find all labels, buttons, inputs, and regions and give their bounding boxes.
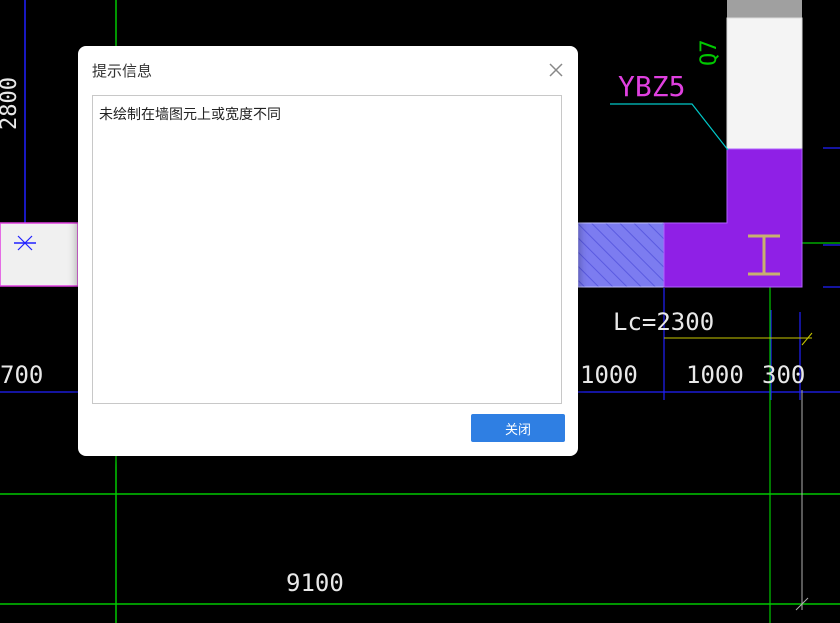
dimension-label-700: 700 (0, 361, 43, 389)
column-tag-label: YBZ5 (618, 70, 685, 103)
message-dialog: 提示信息 未绘制在墙图元上或宽度不同 关闭 (78, 46, 578, 456)
lc-label: Lc=2300 (613, 308, 714, 336)
wall-segment-vertical[interactable] (726, 17, 803, 150)
column-ybz5[interactable] (663, 148, 803, 288)
dimension-label-9100: 9100 (286, 569, 344, 597)
vertical-tag-label: Q7 (697, 40, 722, 67)
message-text-area[interactable]: 未绘制在墙图元上或宽度不同 (92, 95, 562, 404)
dimension-label-1000-right: 1000 (686, 361, 744, 389)
lc-dimension-tick (801, 332, 813, 346)
dimension-label-2800: 2800 (0, 77, 22, 130)
dimension-label-1000-left: 1000 (580, 361, 638, 389)
wall-segment-left[interactable] (0, 222, 79, 287)
close-button[interactable]: 关闭 (471, 414, 565, 442)
leader-line (610, 103, 729, 151)
message-text: 未绘制在墙图元上或宽度不同 (99, 107, 281, 123)
close-icon[interactable] (546, 60, 566, 80)
wall-hatched-segment[interactable] (577, 222, 665, 288)
dimension-label-300: 300 (762, 361, 805, 389)
dialog-title: 提示信息 (92, 62, 153, 80)
wall-gray-cap (727, 0, 802, 18)
